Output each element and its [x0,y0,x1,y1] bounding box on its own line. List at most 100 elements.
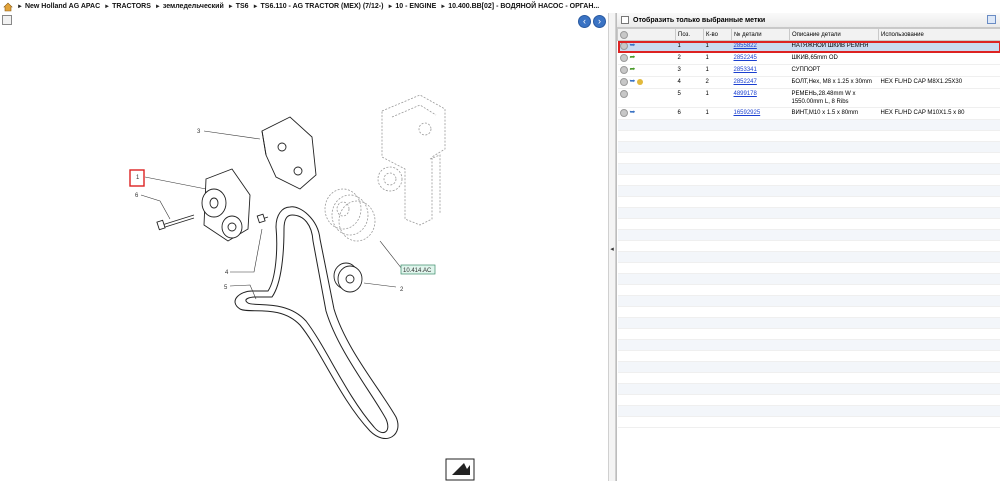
empty-cell [617,372,676,384]
row-actions [617,88,676,108]
empty-cell [731,405,790,417]
add-to-cart-icon[interactable]: ➥ [630,109,636,117]
header-qty[interactable]: К-во [703,28,732,41]
pulley-stack [324,188,376,242]
empty-cell [675,141,704,153]
add-to-cart-icon[interactable]: ➥ [630,42,636,50]
empty-cell [703,262,732,274]
empty-cell [731,394,790,406]
chevron-right-icon: ► [387,3,394,10]
empty-cell [703,306,732,318]
empty-cell [731,240,790,252]
empty-row [617,174,1000,186]
header-usage[interactable]: Использование [878,28,1000,41]
header-part-number[interactable]: № детали [731,28,790,41]
breadcrumb-item-series[interactable]: TS6 [236,3,249,10]
empty-row [617,229,1000,241]
part-number-link[interactable]: 2852247 [734,79,757,85]
empty-cell [675,185,704,197]
callout-2[interactable]: 2 [400,287,404,293]
info-icon[interactable] [619,109,628,117]
empty-cell [731,207,790,219]
info-icon[interactable] [619,66,628,74]
panel-splitter[interactable]: ◂ [608,13,616,481]
go-to-reference-button[interactable] [445,458,475,481]
breadcrumb-item-type[interactable]: земледельческий [163,3,224,10]
empty-cell [703,174,732,186]
cell-description: БОЛТ,Hex, M8 x 1.25 x 30mm [789,76,879,89]
table-row[interactable]: ➦ 3 1 2853341 СУППОРТ [617,64,1000,77]
reference-label[interactable]: 10.414.AC [403,268,432,274]
part-number-link[interactable]: 4899178 [734,91,757,97]
part-number-link[interactable]: 16592925 [734,110,761,116]
table-row[interactable]: ➦ 2 1 2852245 ШКИВ,65mm OD [617,52,1000,65]
export-icon[interactable] [987,15,996,24]
empty-cell [703,284,732,296]
callout-4[interactable]: 4 [225,270,229,276]
next-button[interactable]: › [593,15,606,28]
empty-cell [789,339,879,351]
empty-cell [789,174,879,186]
breadcrumb-item-model[interactable]: TS6.110 - AG TRACTOR (MEX) (7/12-) [261,3,384,10]
cell-qty: 2 [703,76,732,89]
header-description[interactable]: Описание детали [789,28,879,41]
part-number-link[interactable]: 2853341 [734,67,757,73]
empty-cell [675,273,704,285]
price-icon[interactable] [637,79,644,85]
collapse-arrow-icon[interactable]: ◂ [609,243,615,257]
previous-button[interactable]: ‹ [578,15,591,28]
callout-6[interactable]: 6 [135,193,139,199]
empty-cell [675,229,704,241]
empty-cell [878,405,1000,417]
empty-cell [703,119,732,131]
home-icon[interactable] [3,2,13,12]
filter-checkbox[interactable] [621,16,629,24]
breadcrumb: ► New Holland AG APAC ► TRACTORS ► земле… [0,0,1000,13]
add-to-cart-icon[interactable]: ➥ [630,78,636,86]
idler-pulley-part-2 [333,262,363,293]
cell-description: НАТЯЖНОЙ ШКИВ РЕМНЯ [789,40,879,53]
empty-cell [703,240,732,252]
empty-cell [703,152,732,164]
part-number-link[interactable]: 2855822 [734,43,757,49]
info-icon[interactable] [619,54,628,62]
info-icon[interactable] [619,90,628,98]
cell-qty: 1 [703,88,732,108]
empty-cell [703,361,732,373]
breadcrumb-item-brand[interactable]: New Holland AG APAC [25,3,100,10]
tensioner-pulley-part-1 [201,168,251,242]
table-row[interactable]: ➥ 6 1 16592925 ВИНТ,M10 x 1.5 x 80mm HEX FL/H… [617,107,1000,120]
parts-diagram: 1 2 3 4 5 6 10.414.AC [129,94,475,481]
parts-list-panel: Отобразить только выбранные метки Поз. К… [616,13,1000,481]
part-number-link[interactable]: 2852245 [734,55,757,61]
empty-cell [617,152,676,164]
zoom-icon[interactable] [2,15,12,25]
table-row[interactable]: ➥ 4 2 2852247 БОЛТ,Hex, M8 x 1.25 x 30mm HEX … [617,76,1000,89]
callout-3[interactable]: 3 [197,129,201,135]
empty-cell [617,328,676,340]
empty-cell [789,306,879,318]
breadcrumb-item-section[interactable]: 10 - ENGINE [395,3,436,10]
empty-cell [731,372,790,384]
callout-5[interactable]: 5 [224,285,228,291]
empty-cell [789,284,879,296]
callout-1[interactable]: 1 [136,175,140,181]
redirect-arrow-icon[interactable]: ➦ [630,54,636,62]
info-icon[interactable] [619,78,628,86]
table-row[interactable]: 5 1 4899178 РЕМЕНЬ,28.48mm W x 1550.00mm L,… [617,88,1000,108]
chevron-right-icon: ► [227,3,234,10]
redirect-arrow-icon[interactable]: ➦ [630,66,636,74]
empty-row [617,119,1000,131]
header-actions [617,28,676,41]
cell-qty: 1 [703,107,732,120]
empty-cell [617,273,676,285]
breadcrumb-item-category[interactable]: TRACTORS [112,3,151,10]
empty-row [617,361,1000,373]
empty-cell [878,185,1000,197]
info-icon[interactable] [619,42,628,50]
empty-cell [703,207,732,219]
table-row[interactable]: ➥ 1 1 2855822 НАТЯЖНОЙ ШКИВ РЕМНЯ [617,40,1000,53]
header-pos[interactable]: Поз. [675,28,704,41]
empty-cell [878,306,1000,318]
empty-row [617,394,1000,406]
